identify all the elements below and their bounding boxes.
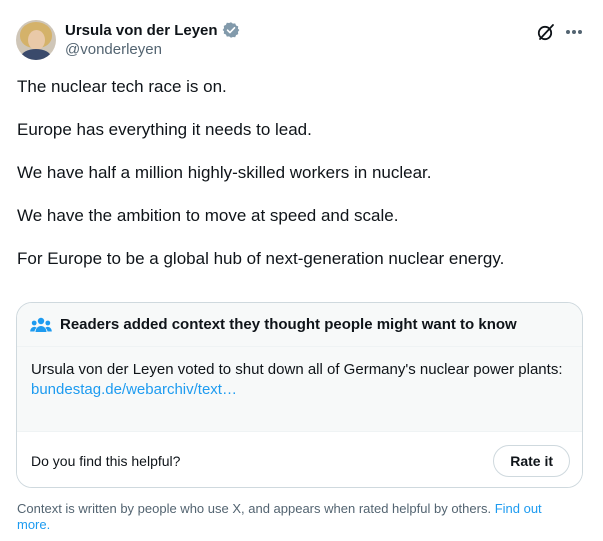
verified-badge-icon[interactable] (222, 21, 240, 39)
community-note-body: Ursula von der Leyen voted to shut down … (17, 347, 582, 432)
author-display-name[interactable]: Ursula von der Leyen (65, 22, 218, 39)
community-note-link[interactable]: bundestag.de/webarchiv/text… (31, 380, 568, 400)
community-note-footer: Do you find this helpful? Rate it (17, 432, 582, 487)
post-paragraph: Europe has everything it needs to lead. (17, 120, 312, 139)
community-note-header: Readers added context they thought peopl… (17, 303, 582, 347)
community-note: Readers added context they thought peopl… (16, 302, 583, 488)
grok-icon[interactable] (536, 22, 556, 42)
post-paragraph: We have the ambition to move at speed an… (17, 206, 399, 225)
community-note-text: Ursula von der Leyen voted to shut down … (31, 361, 563, 378)
post-card: Ursula von der Leyen @vonderleyen The nu… (0, 0, 603, 541)
post-paragraph: We have half a million highly-skilled wo… (17, 163, 432, 182)
post-paragraph: For Europe to be a global hub of next-ge… (17, 249, 505, 268)
rate-it-button[interactable]: Rate it (493, 444, 570, 477)
avatar[interactable] (16, 20, 56, 60)
disclaimer-text: Context is written by people who use X, … (17, 501, 492, 516)
post-text: The nuclear tech race is on. Europe has … (17, 76, 587, 291)
author-handle[interactable]: @vonderleyen (65, 41, 162, 58)
context-disclaimer: Context is written by people who use X, … (17, 501, 577, 533)
community-note-title: Readers added context they thought peopl… (60, 316, 517, 333)
helpful-question: Do you find this helpful? (31, 452, 181, 469)
post-paragraph: The nuclear tech race is on. (17, 77, 227, 96)
author-name-row: Ursula von der Leyen (65, 20, 240, 40)
more-icon[interactable] (563, 22, 585, 42)
people-icon (30, 316, 52, 334)
